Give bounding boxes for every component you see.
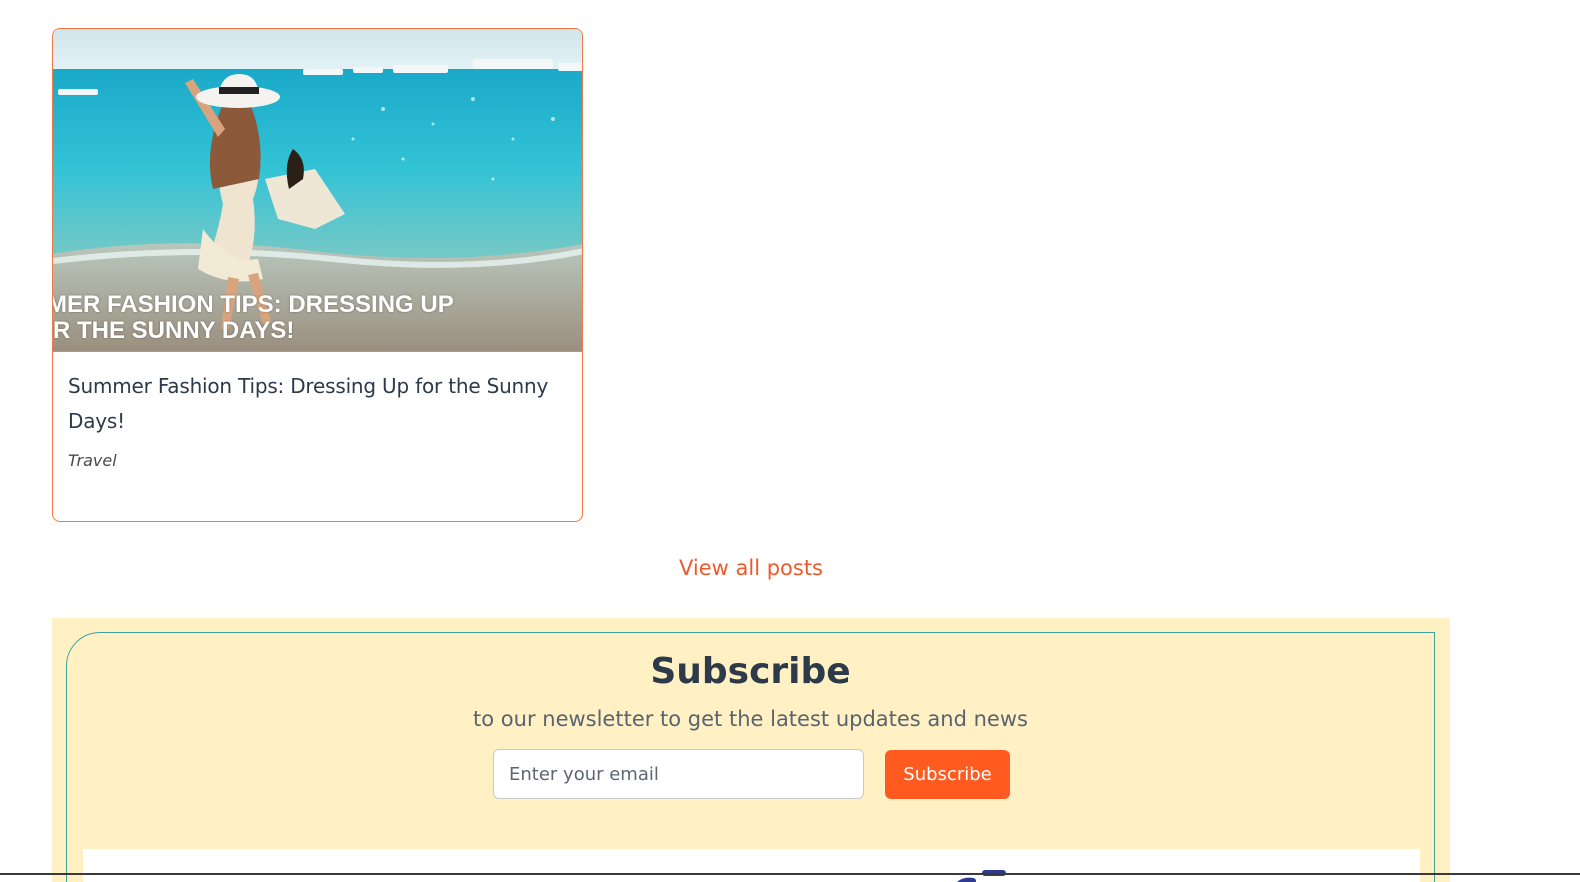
subscribe-button[interactable]: Subscribe (885, 750, 1010, 799)
image-overlay-title-line-2: R THE SUNNY DAYS! (53, 317, 295, 344)
post-body: Summer Fashion Tips: Dressing Up for the… (53, 352, 582, 470)
newsletter-box: Subscribe to our newsletter to get the l… (66, 632, 1435, 882)
view-all-posts-link[interactable]: View all posts (0, 556, 1502, 580)
subscribe-subtitle: to our newsletter to get the latest upda… (473, 707, 1028, 731)
subscribe-heading: Subscribe (650, 651, 851, 692)
embedded-content-frame (83, 849, 1420, 882)
viewport-bottom-edge (0, 873, 1580, 875)
post-title[interactable]: Summer Fashion Tips: Dressing Up for the… (68, 369, 567, 439)
image-overlay-title-line-1: MMER FASHION TIPS: DRESSING UP (53, 291, 454, 318)
post-card[interactable]: MMER FASHION TIPS: DRESSING UP R THE SUN… (52, 28, 583, 522)
post-thumbnail[interactable]: MMER FASHION TIPS: DRESSING UP R THE SUN… (53, 29, 582, 352)
email-field[interactable] (493, 749, 864, 799)
page: MMER FASHION TIPS: DRESSING UP R THE SUN… (0, 0, 1580, 882)
post-category[interactable]: Travel (68, 451, 567, 470)
newsletter-section: Subscribe to our newsletter to get the l… (52, 618, 1450, 882)
